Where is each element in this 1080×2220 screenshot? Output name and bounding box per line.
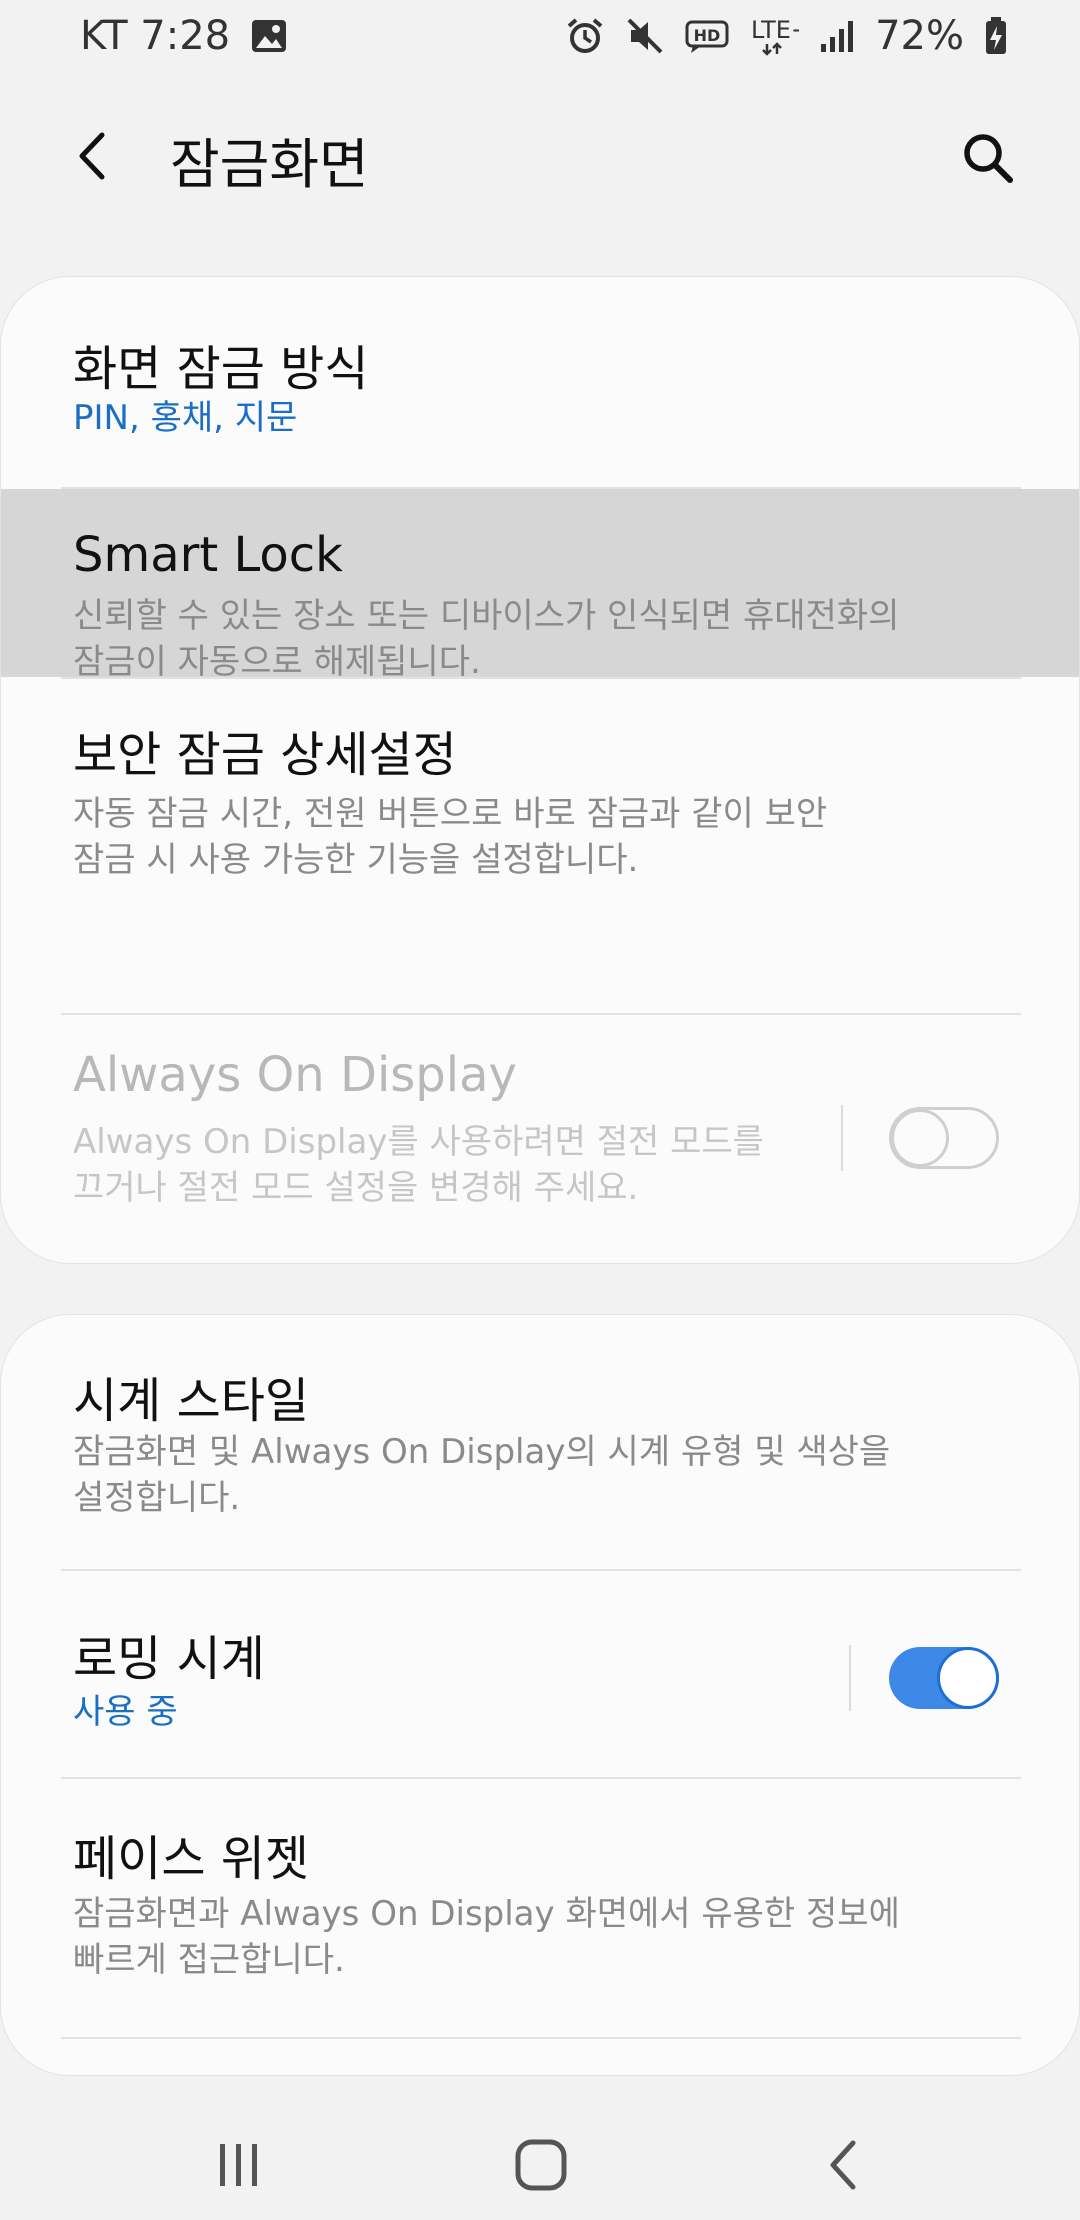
always-on-display-toggle[interactable]	[889, 1107, 999, 1169]
svg-text:HD: HD	[694, 26, 721, 45]
item-subtitle-line2: 빠르게 접근합니다.	[73, 1940, 345, 1980]
clock-settings-card: 시계 스타일 잠금화면 및 Always On Display의 시계 유형 및…	[0, 1314, 1080, 2076]
app-header: 잠금화면	[0, 100, 1080, 212]
search-button[interactable]	[956, 126, 1020, 190]
lock-settings-card: 화면 잠금 방식 PIN, 홍채, 지문 Smart Lock 신뢰할 수 있는…	[0, 276, 1080, 1264]
screen-lock-type-item[interactable]: 화면 잠금 방식 PIN, 홍채, 지문	[1, 277, 1079, 487]
clock-style-item[interactable]: 시계 스타일 잠금화면 및 Always On Display의 시계 유형 및…	[1, 1315, 1079, 1569]
smart-lock-item[interactable]: Smart Lock 신뢰할 수 있는 장소 또는 디바이스가 인식되면 휴대전…	[1, 489, 1079, 682]
item-subtitle: 사용 중	[73, 1692, 178, 1732]
battery-percent: 72%	[875, 13, 964, 59]
system-back-button[interactable]	[798, 2120, 888, 2210]
home-button[interactable]	[496, 2120, 586, 2210]
item-title: 보안 잠금 상세설정	[73, 727, 457, 783]
status-bar: KT 7:28 HD LTE+ 72%	[0, 0, 1080, 72]
item-subtitle-line2: 설정합니다.	[73, 1478, 241, 1518]
item-title: Smart Lock	[73, 527, 343, 583]
item-subtitle-line2: 잠금 시 사용 가능한 기능을 설정합니다.	[73, 840, 639, 880]
recents-button[interactable]	[194, 2120, 284, 2210]
signal-icon	[819, 18, 855, 54]
status-right: HD LTE+ 72%	[565, 13, 1008, 59]
alarm-icon	[565, 16, 605, 56]
network-label: LTE+	[751, 16, 799, 44]
face-widgets-item[interactable]: 페이스 위젯 잠금화면과 Always On Display 화면에서 유용한 …	[1, 1779, 1079, 2015]
network-type: LTE+	[751, 16, 799, 56]
always-on-display-item[interactable]: Always On Display Always On Display를 사용하…	[1, 1015, 1079, 1263]
item-title: Always On Display	[73, 1047, 517, 1103]
roaming-clock-item[interactable]: 로밍 시계 사용 중	[1, 1571, 1079, 1777]
item-subtitle-line1: 잠금화면 및 Always On Display의 시계 유형 및 색상을	[73, 1432, 891, 1472]
item-subtitle-line1: 자동 잠금 시간, 전원 버튼으로 바로 잠금과 같이 보안	[73, 794, 828, 834]
item-title: 화면 잠금 방식	[73, 341, 369, 397]
item-title: 로밍 시계	[73, 1631, 265, 1687]
roaming-clock-toggle[interactable]	[889, 1647, 999, 1709]
image-icon	[250, 18, 288, 54]
toggle-knob	[937, 1647, 999, 1709]
recents-icon	[220, 2144, 257, 2186]
status-left: KT 7:28	[80, 13, 288, 59]
secure-lock-settings-item[interactable]: 보안 잠금 상세설정 자동 잠금 시간, 전원 버튼으로 바로 잠금과 같이 보…	[1, 679, 1079, 963]
vertical-separator	[849, 1645, 851, 1711]
battery-charging-icon	[984, 16, 1008, 56]
back-icon	[830, 2140, 856, 2190]
item-title: 시계 스타일	[73, 1373, 310, 1429]
divider	[61, 2037, 1021, 2039]
navigation-bar	[0, 2090, 1080, 2220]
back-button[interactable]	[62, 126, 122, 186]
item-subtitle-line1: 신뢰할 수 있는 장소 또는 디바이스가 인식되면 휴대전화의	[73, 596, 900, 636]
back-arrow-icon	[79, 132, 105, 180]
item-subtitle-line1: 잠금화면과 Always On Display 화면에서 유용한 정보에	[73, 1894, 900, 1934]
item-subtitle-line2: 끄거나 절전 모드 설정을 변경해 주세요.	[73, 1168, 639, 1208]
vertical-separator	[841, 1105, 843, 1171]
item-title: 페이스 위젯	[73, 1831, 310, 1887]
hd-icon: HD	[685, 18, 731, 54]
carrier-time: KT 7:28	[80, 13, 231, 59]
item-subtitle: PIN, 홍채, 지문	[73, 398, 298, 438]
search-icon	[964, 134, 1013, 183]
item-subtitle-line1: Always On Display를 사용하려면 절전 모드를	[73, 1122, 764, 1162]
toggle-knob	[891, 1109, 949, 1167]
page-title: 잠금화면	[170, 133, 369, 196]
mute-icon	[625, 16, 665, 56]
home-icon	[515, 2139, 567, 2191]
